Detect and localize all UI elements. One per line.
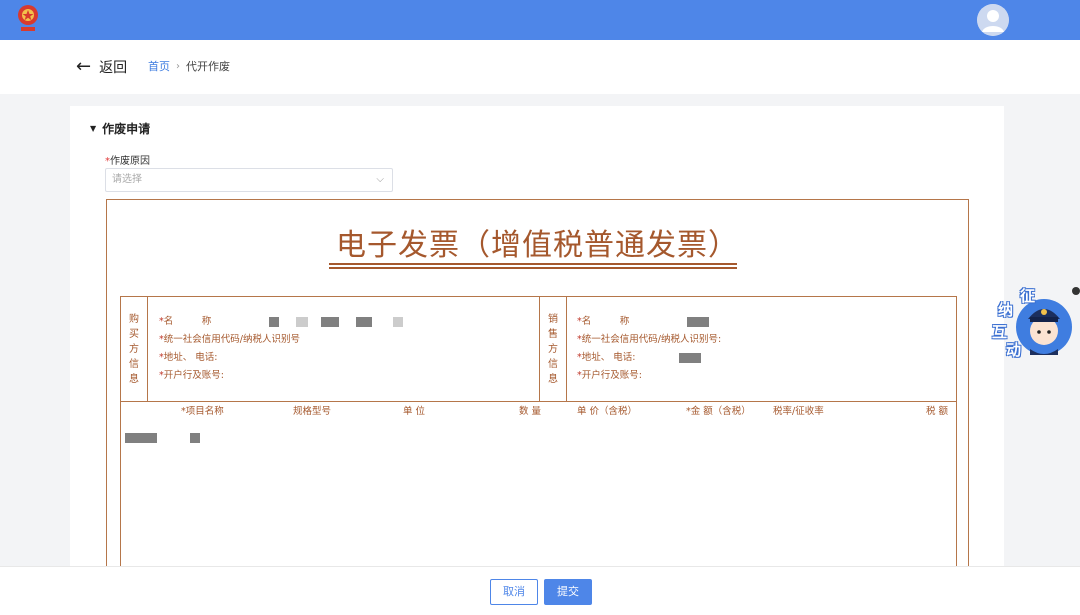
buyer-label-char: 息: [129, 373, 139, 385]
section-toggle[interactable]: ▼ 作废申请: [90, 120, 150, 137]
breadcrumb-current: 代开作废: [186, 60, 230, 73]
buyer-address-row: *地址、 电话:: [159, 352, 218, 363]
buyer-label-char: 购: [129, 313, 139, 325]
seller-label-char: 方: [548, 343, 558, 355]
mascot-char: 征: [1020, 287, 1036, 305]
page-subheader: ← 返回 首页 › 代开作废: [0, 40, 1080, 94]
col-item-name: *项目名称: [181, 406, 224, 417]
reason-label: *作废原因: [105, 152, 150, 167]
buyer-address-label: 地址、 电话: [163, 352, 215, 363]
top-navbar: [0, 0, 1080, 40]
invoice-title: 电子发票（增值税普通发票）: [336, 228, 739, 263]
table-row: [125, 427, 201, 443]
seller-label-char: 息: [548, 373, 558, 385]
buyer-bank-label: 开户行及账号: [163, 370, 221, 381]
col-spec: 规格型号: [293, 406, 332, 417]
seller-info: *名 称 *统一社会信用代码/纳税人识别号: *地址、 电话: *开户行及账号:: [577, 313, 721, 385]
scroll-indicator[interactable]: [1072, 287, 1080, 295]
seller-address-row: *地址、 电话:: [577, 349, 721, 367]
redacted-value: [393, 316, 404, 327]
tax-emblem-icon[interactable]: [14, 3, 42, 35]
col-rate: 税率/征收率: [773, 406, 824, 417]
redacted-value: [687, 316, 710, 327]
seller-credit-row: *统一社会信用代码/纳税人识别号:: [577, 334, 722, 345]
buyer-credit-label: 统一社会信用代码/纳税人识别号: [163, 334, 300, 345]
back-label: 返回: [99, 60, 128, 76]
caret-down-icon: ▼: [90, 124, 97, 133]
back-button[interactable]: ← 返回: [76, 56, 127, 78]
section-title: 作废申请: [102, 122, 151, 136]
col-unit: 单 位: [403, 406, 426, 417]
buyer-bank-row: *开户行及账号:: [159, 370, 224, 381]
buyer-label: 购 买 方 信 息: [121, 297, 148, 401]
breadcrumb: 首页 › 代开作废: [148, 58, 230, 74]
invoice-preview: 电子发票（增值税普通发票） 购 买 方 信 息 *名 称 *统一社会信用代码/纳…: [106, 199, 969, 599]
buyer-info: *名 称 *统一社会信用代码/纳税人识别号 *地址、 电话: *开户行及账号:: [159, 313, 404, 385]
title-underline: [329, 263, 737, 265]
seller-label: 销 售 方 信 息: [539, 297, 567, 401]
redacted-value: [190, 432, 201, 443]
redacted-value: [321, 316, 340, 327]
buyer-name-row: *名 称: [159, 313, 404, 331]
buyer-label-char: 买: [129, 328, 139, 340]
seller-credit-label: 统一社会信用代码/纳税人识别号: [581, 334, 718, 345]
redacted-value: [125, 432, 157, 443]
redacted-value: [678, 352, 701, 363]
party-info-row: 购 买 方 信 息 *名 称 *统一社会信用代码/纳税人识别号 *地址、 电话:…: [121, 297, 956, 402]
col-price: 单 价（含税）: [577, 406, 638, 417]
breadcrumb-home-link[interactable]: 首页: [148, 58, 170, 74]
chevron-down-icon: ⌵: [376, 174, 384, 185]
redacted-value: [296, 316, 309, 327]
redacted-value: [269, 316, 280, 327]
mascot-char: 动: [1006, 341, 1022, 359]
arrow-left-icon: ←: [76, 56, 92, 77]
redacted-value: [356, 316, 373, 327]
col-qty: 数 量: [519, 406, 542, 417]
seller-label-char: 售: [548, 328, 558, 340]
seller-name-row: *名 称: [577, 313, 721, 331]
footer-bar: 取消 提交: [0, 566, 1080, 615]
buyer-name-label: 名 称: [163, 316, 212, 327]
main-card: ▼ 作废申请 *作废原因 请选择 ⌵ 电子发票（增值税普通发票） 购 买 方 信…: [70, 106, 1004, 599]
buyer-label-char: 方: [129, 343, 139, 355]
item-table-header: *项目名称 规格型号 单 位 数 量 单 价（含税） *金 额（含税） 税率/征…: [121, 403, 956, 419]
seller-label-char: 销: [548, 313, 558, 325]
seller-name-label: 名 称: [581, 316, 630, 327]
cancel-button[interactable]: 取消: [490, 579, 538, 605]
reason-label-text: 作废原因: [110, 156, 150, 167]
chevron-right-icon: ›: [176, 60, 180, 72]
seller-bank-row: *开户行及账号:: [577, 370, 642, 381]
mascot-char: 互: [992, 323, 1008, 341]
col-amount: *金 额（含税）: [686, 406, 751, 417]
seller-address-label: 地址、 电话: [581, 352, 633, 363]
seller-bank-label: 开户行及账号: [581, 370, 639, 381]
tax-officer-mascot-icon[interactable]: 征 纳 互 动: [992, 285, 1076, 365]
mascot-char: 纳: [998, 301, 1014, 319]
reason-placeholder: 请选择: [112, 174, 142, 185]
reason-select[interactable]: 请选择 ⌵: [105, 168, 393, 192]
submit-button[interactable]: 提交: [544, 579, 592, 605]
user-avatar-icon[interactable]: [977, 4, 1009, 36]
buyer-credit-row: *统一社会信用代码/纳税人识别号: [159, 334, 300, 345]
buyer-label-char: 信: [129, 358, 139, 370]
title-underline-2: [329, 267, 737, 269]
invoice-grid: 购 买 方 信 息 *名 称 *统一社会信用代码/纳税人识别号 *地址、 电话:…: [120, 296, 957, 596]
seller-label-char: 信: [548, 358, 558, 370]
col-tax: 税 额: [926, 406, 949, 417]
